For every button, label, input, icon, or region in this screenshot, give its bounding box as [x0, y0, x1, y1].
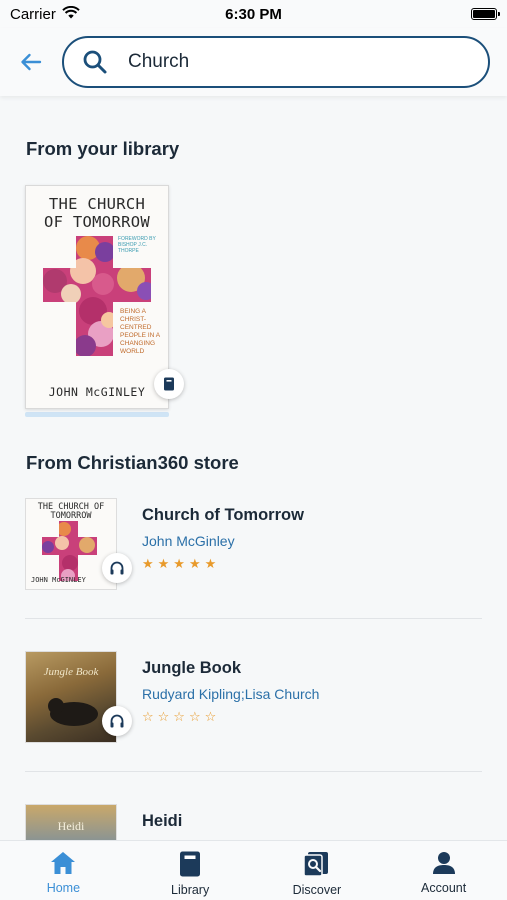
cross-mosaic-illustration: [42, 521, 97, 581]
divider: [25, 771, 482, 772]
library-book-card[interactable]: THE CHURCH OF TOMORROW FOREWORD BY BISHO…: [25, 185, 184, 417]
carrier-label: Carrier: [10, 5, 56, 23]
book-icon: [180, 851, 201, 877]
tab-home-label: Home: [46, 881, 81, 895]
reading-progress-bar: [25, 412, 169, 417]
book-title: Church of Tomorrow: [142, 506, 304, 524]
book-author: Rudyard Kipling;Lisa Church: [142, 686, 320, 702]
search-results[interactable]: From your library THE CHURCH OF TOMORROW: [0, 96, 507, 840]
home-icon: [51, 852, 76, 874]
store-cover-title: THE CHURCH OF TOMORROW: [37, 502, 105, 521]
format-badge: [102, 706, 132, 736]
search-input[interactable]: [128, 51, 428, 73]
wifi-icon: [62, 5, 80, 23]
panther-illustration: [48, 698, 98, 726]
library-section-title: From your library: [26, 138, 180, 159]
tab-account-label: Account: [421, 881, 467, 895]
store-cover-author: JOHN McGINLEY: [31, 576, 86, 584]
book-icon: [164, 377, 174, 391]
format-badge: [154, 369, 184, 399]
headphones-icon: [110, 561, 124, 575]
store-cover-title: Jungle Book: [43, 666, 99, 678]
library-book-cover: THE CHURCH OF TOMORROW FOREWORD BY BISHO…: [25, 185, 169, 409]
tab-discover[interactable]: Discover: [254, 841, 381, 900]
tab-home[interactable]: Home: [0, 841, 127, 900]
star-rating: ★★★★★: [142, 556, 221, 571]
back-button[interactable]: [0, 32, 62, 92]
book-title: Jungle Book: [142, 659, 242, 677]
search-header: [0, 28, 507, 96]
cover-subtitle: BEING A CHRIST-CENTRED PEOPLE IN A CHANG…: [120, 308, 160, 355]
store-section-title: From Christian360 store: [26, 452, 239, 473]
tab-library-label: Library: [171, 883, 210, 897]
store-cover-title: Heidi: [57, 819, 85, 833]
discover-icon: [303, 852, 328, 877]
divider: [25, 618, 482, 619]
status-bar: Carrier 6:30 PM: [0, 0, 507, 28]
tab-library[interactable]: Library: [127, 841, 254, 900]
star-rating: ☆☆☆☆☆: [142, 709, 221, 724]
search-box[interactable]: [62, 36, 490, 88]
store-list-item[interactable]: THE CHURCH OF TOMORROW JOHN McGINLEY Chu…: [0, 498, 507, 628]
cover-author: JOHN McGINLEY: [48, 385, 146, 399]
cover-title-line2: OF TOMORROW: [44, 213, 150, 231]
tab-account[interactable]: Account: [380, 841, 507, 900]
bottom-tab-bar: Home Library Discover Account: [0, 840, 507, 900]
format-badge: [102, 553, 132, 583]
book-author: John McGinley: [142, 533, 235, 549]
cover-foreword: FOREWORD BY BISHOP J.C. THORPE: [118, 236, 156, 254]
store-book-cover: Heidi: [25, 804, 117, 840]
arrow-left-icon: [21, 53, 42, 71]
tab-discover-label: Discover: [292, 883, 342, 897]
store-list-item[interactable]: Heidi Heidi: [0, 804, 507, 840]
cover-title-line1: THE CHURCH: [48, 195, 146, 213]
search-icon: [83, 50, 107, 74]
store-list-item[interactable]: Jungle Book Jungle Book Rudyard Kipling;…: [0, 651, 507, 781]
account-icon: [432, 852, 455, 874]
battery-icon: [471, 8, 500, 20]
book-title: Heidi: [142, 812, 183, 830]
store-book-cover: Jungle Book: [25, 651, 117, 743]
headphones-icon: [110, 714, 124, 728]
store-book-cover: THE CHURCH OF TOMORROW JOHN McGINLEY: [25, 498, 117, 590]
